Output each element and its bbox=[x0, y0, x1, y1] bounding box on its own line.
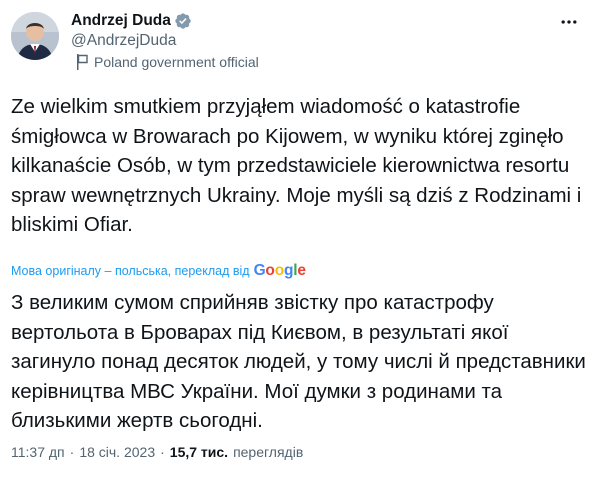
tweet-text: Ze wielkim smutkiem przyjąłem wiadomość … bbox=[11, 95, 582, 236]
translation-note-text: Мова оригіналу – польська, переклад від bbox=[11, 264, 250, 278]
meta-separator: · bbox=[69, 444, 75, 460]
affiliation-label: Poland government official bbox=[77, 54, 259, 70]
avatar[interactable] bbox=[11, 12, 59, 60]
affiliation-text: Poland government official bbox=[94, 54, 259, 70]
translation-note[interactable]: Мова оригіналу – польська, переклад від … bbox=[11, 262, 306, 280]
verified-badge-icon bbox=[174, 12, 192, 30]
tweet-time[interactable]: 11:37 дп bbox=[11, 444, 65, 460]
author-name-row: Andrzej Duda bbox=[71, 12, 192, 30]
google-logo: Google bbox=[253, 262, 306, 279]
tweet-date[interactable]: 18 січ. 2023 bbox=[79, 444, 155, 460]
meta-separator: · bbox=[160, 444, 165, 460]
more-options-icon bbox=[559, 12, 579, 37]
views-label: переглядів bbox=[233, 444, 304, 460]
flag-icon bbox=[77, 54, 88, 70]
tweet-meta: 11:37 дп · 18 січ. 2023 · 15,7 тис. пере… bbox=[11, 444, 303, 460]
translated-text: З великим сумом сприйняв звістку про кат… bbox=[11, 291, 586, 432]
more-options-button[interactable] bbox=[557, 12, 581, 36]
views-count[interactable]: 15,7 тис. bbox=[170, 444, 228, 460]
author-name[interactable]: Andrzej Duda bbox=[71, 12, 171, 30]
author-handle[interactable]: @AndrzejDuda bbox=[71, 32, 176, 50]
